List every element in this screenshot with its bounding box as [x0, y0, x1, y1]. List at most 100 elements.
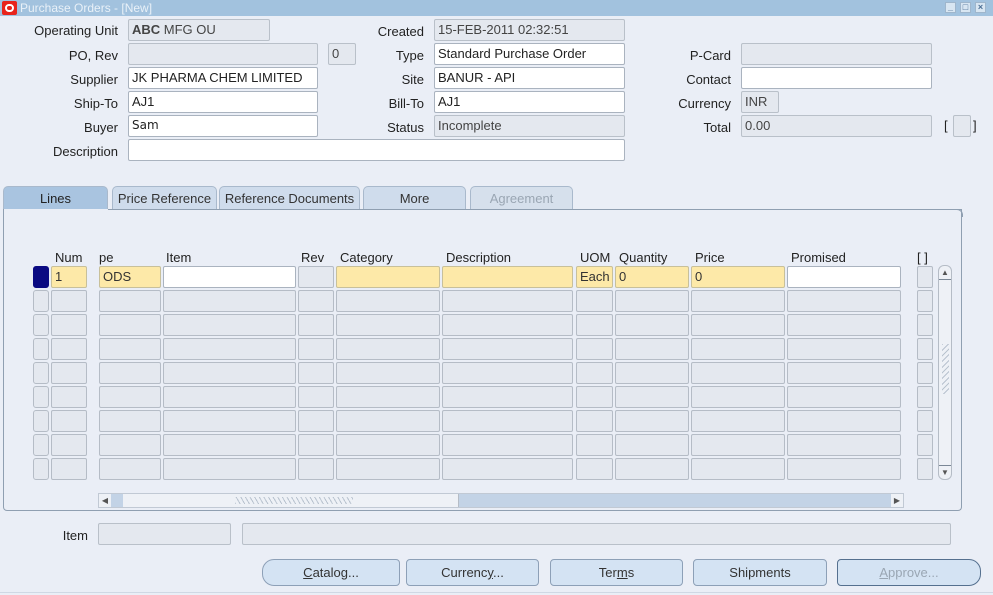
num-cell[interactable] [51, 290, 87, 312]
num-cell[interactable] [51, 386, 87, 408]
promised-cell[interactable] [787, 290, 901, 312]
num-cell[interactable] [51, 410, 87, 432]
record-indicator[interactable] [33, 410, 49, 432]
record-indicator[interactable] [33, 290, 49, 312]
type-cell[interactable] [99, 434, 161, 456]
description-cell[interactable] [442, 410, 573, 432]
uom-cell[interactable]: Each [576, 266, 613, 288]
scroll-right-icon[interactable]: ▶ [891, 494, 903, 507]
promised-cell[interactable] [787, 314, 901, 336]
uom-cell[interactable] [576, 386, 613, 408]
promised-cell[interactable] [787, 338, 901, 360]
promised-cell[interactable] [787, 386, 901, 408]
description-cell[interactable] [442, 434, 573, 456]
uom-cell[interactable] [576, 458, 613, 480]
type-cell[interactable] [99, 410, 161, 432]
category-cell[interactable] [336, 386, 440, 408]
price-cell[interactable] [691, 362, 785, 384]
num-cell[interactable] [51, 362, 87, 384]
tab-more[interactable]: More [363, 186, 466, 210]
num-cell[interactable] [51, 314, 87, 336]
item-cell[interactable] [163, 434, 296, 456]
site-field[interactable]: BANUR - API [434, 67, 625, 89]
quantity-cell[interactable] [615, 314, 689, 336]
item-cell[interactable] [163, 458, 296, 480]
category-cell[interactable] [336, 362, 440, 384]
close-icon[interactable]: × [975, 2, 986, 13]
type-field[interactable]: Standard Purchase Order [434, 43, 625, 65]
record-indicator[interactable] [33, 434, 49, 456]
record-indicator[interactable] [33, 314, 49, 336]
promised-cell[interactable] [787, 458, 901, 480]
scroll-down-icon[interactable]: ▼ [939, 465, 951, 479]
item-cell[interactable] [163, 314, 296, 336]
line-dff-cell[interactable] [917, 410, 933, 432]
num-cell[interactable] [51, 458, 87, 480]
scroll-left-icon[interactable]: ◀ [99, 494, 111, 507]
operating-unit-field[interactable]: ABC MFG OU [128, 19, 270, 41]
description-cell[interactable] [442, 338, 573, 360]
item-cell[interactable] [163, 266, 296, 288]
promised-cell[interactable] [787, 434, 901, 456]
price-cell[interactable] [691, 290, 785, 312]
description-field[interactable] [128, 139, 625, 161]
quantity-cell[interactable] [615, 290, 689, 312]
quantity-cell[interactable] [615, 434, 689, 456]
category-cell[interactable] [336, 290, 440, 312]
num-cell[interactable] [51, 434, 87, 456]
category-cell[interactable] [336, 434, 440, 456]
quantity-cell[interactable] [615, 458, 689, 480]
rev-cell[interactable] [298, 434, 334, 456]
quantity-cell[interactable]: 0 [615, 266, 689, 288]
line-dff-cell[interactable] [917, 314, 933, 336]
price-cell[interactable]: 0 [691, 266, 785, 288]
maximize-icon[interactable]: □ [960, 2, 971, 13]
record-indicator[interactable] [33, 362, 49, 384]
price-cell[interactable] [691, 458, 785, 480]
category-cell[interactable] [336, 338, 440, 360]
tab-price-reference[interactable]: Price Reference [112, 186, 217, 210]
tab-lines[interactable]: Lines [3, 186, 108, 210]
type-cell[interactable] [99, 338, 161, 360]
promised-cell[interactable] [787, 266, 901, 288]
num-cell[interactable]: 1 [51, 266, 87, 288]
item-cell[interactable] [163, 290, 296, 312]
rev-cell[interactable] [298, 410, 334, 432]
type-cell[interactable] [99, 314, 161, 336]
uom-cell[interactable] [576, 338, 613, 360]
uom-cell[interactable] [576, 290, 613, 312]
line-dff-cell[interactable] [917, 266, 933, 288]
item-cell[interactable] [163, 386, 296, 408]
type-cell[interactable] [99, 290, 161, 312]
promised-cell[interactable] [787, 362, 901, 384]
price-cell[interactable] [691, 314, 785, 336]
record-indicator[interactable] [33, 458, 49, 480]
uom-cell[interactable] [576, 314, 613, 336]
price-cell[interactable] [691, 338, 785, 360]
header-dff-field[interactable] [953, 115, 971, 137]
category-cell[interactable] [336, 410, 440, 432]
rev-cell[interactable] [298, 314, 334, 336]
uom-cell[interactable] [576, 410, 613, 432]
rev-cell[interactable] [298, 290, 334, 312]
line-dff-cell[interactable] [917, 458, 933, 480]
category-cell[interactable] [336, 458, 440, 480]
rev-cell[interactable] [298, 338, 334, 360]
type-cell[interactable] [99, 386, 161, 408]
bill-to-field[interactable]: AJ1 [434, 91, 625, 113]
type-cell[interactable]: ODS [99, 266, 161, 288]
ship-to-field[interactable]: AJ1 [128, 91, 318, 113]
quantity-cell[interactable] [615, 362, 689, 384]
price-cell[interactable] [691, 410, 785, 432]
rev-cell[interactable] [298, 266, 334, 288]
quantity-cell[interactable] [615, 338, 689, 360]
item-cell[interactable] [163, 362, 296, 384]
quantity-cell[interactable] [615, 386, 689, 408]
rev-cell[interactable] [298, 386, 334, 408]
scroll-grip-icon[interactable] [942, 344, 949, 394]
rev-cell[interactable] [298, 458, 334, 480]
description-cell[interactable] [442, 458, 573, 480]
vertical-scrollbar[interactable]: ▲ ▼ [938, 265, 952, 480]
category-cell[interactable] [336, 266, 440, 288]
line-dff-cell[interactable] [917, 386, 933, 408]
